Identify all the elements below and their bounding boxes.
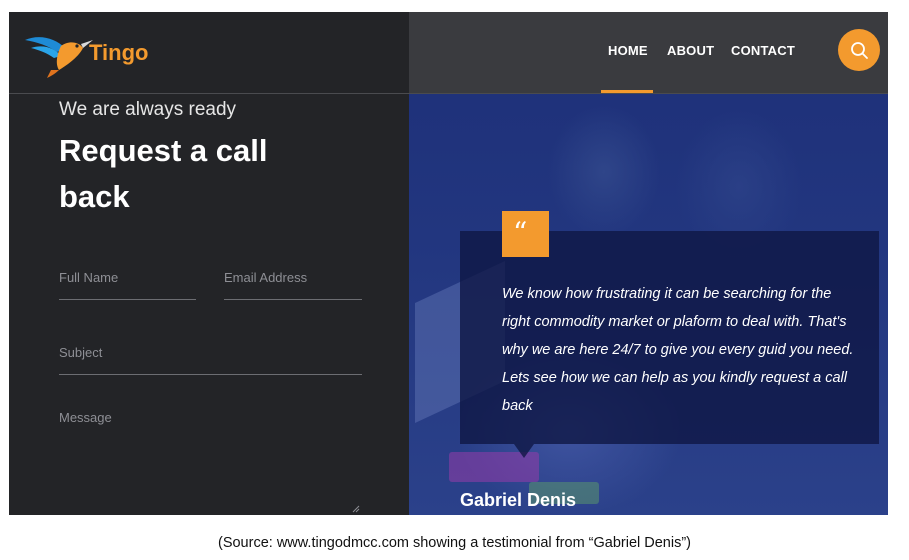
testimonial-text: We know how frustrating it can be search…	[502, 286, 854, 414]
email-placeholder: Email Address	[224, 270, 308, 285]
callback-form-panel: We are always ready Request a call back …	[9, 94, 409, 515]
full-name-input[interactable]: Full Name	[59, 270, 196, 300]
figure-caption: (Source: www.tingodmcc.com showing a tes…	[217, 535, 692, 551]
form-kicker: We are always ready	[59, 99, 237, 120]
nav-contact[interactable]: CONTACT	[731, 43, 795, 58]
subject-input[interactable]: Subject	[59, 345, 362, 375]
brand-name[interactable]: Tingo	[89, 40, 148, 66]
subject-placeholder: Subject	[59, 345, 103, 360]
full-name-placeholder: Full Name	[59, 270, 119, 285]
hummingbird-logo-icon[interactable]	[21, 26, 96, 80]
quote-badge: “	[502, 211, 549, 257]
quote-icon: “	[513, 216, 528, 249]
form-headline: Request a call back	[59, 133, 268, 214]
nav-about[interactable]: ABOUT	[667, 43, 714, 58]
email-input[interactable]: Email Address	[224, 270, 362, 300]
message-placeholder: Message	[59, 410, 112, 425]
message-textarea[interactable]: Message	[59, 410, 362, 515]
testimonial-author: Gabriel Denis	[460, 490, 577, 510]
website-screenshot: Tingo HOME ABOUT CONTACT We are always r…	[9, 12, 888, 515]
header-right	[409, 12, 888, 94]
search-button[interactable]	[838, 29, 880, 71]
testimonial-pointer	[514, 444, 534, 458]
nav-home[interactable]: HOME	[608, 43, 648, 58]
resize-handle-icon[interactable]	[352, 505, 360, 513]
search-icon	[851, 42, 868, 59]
